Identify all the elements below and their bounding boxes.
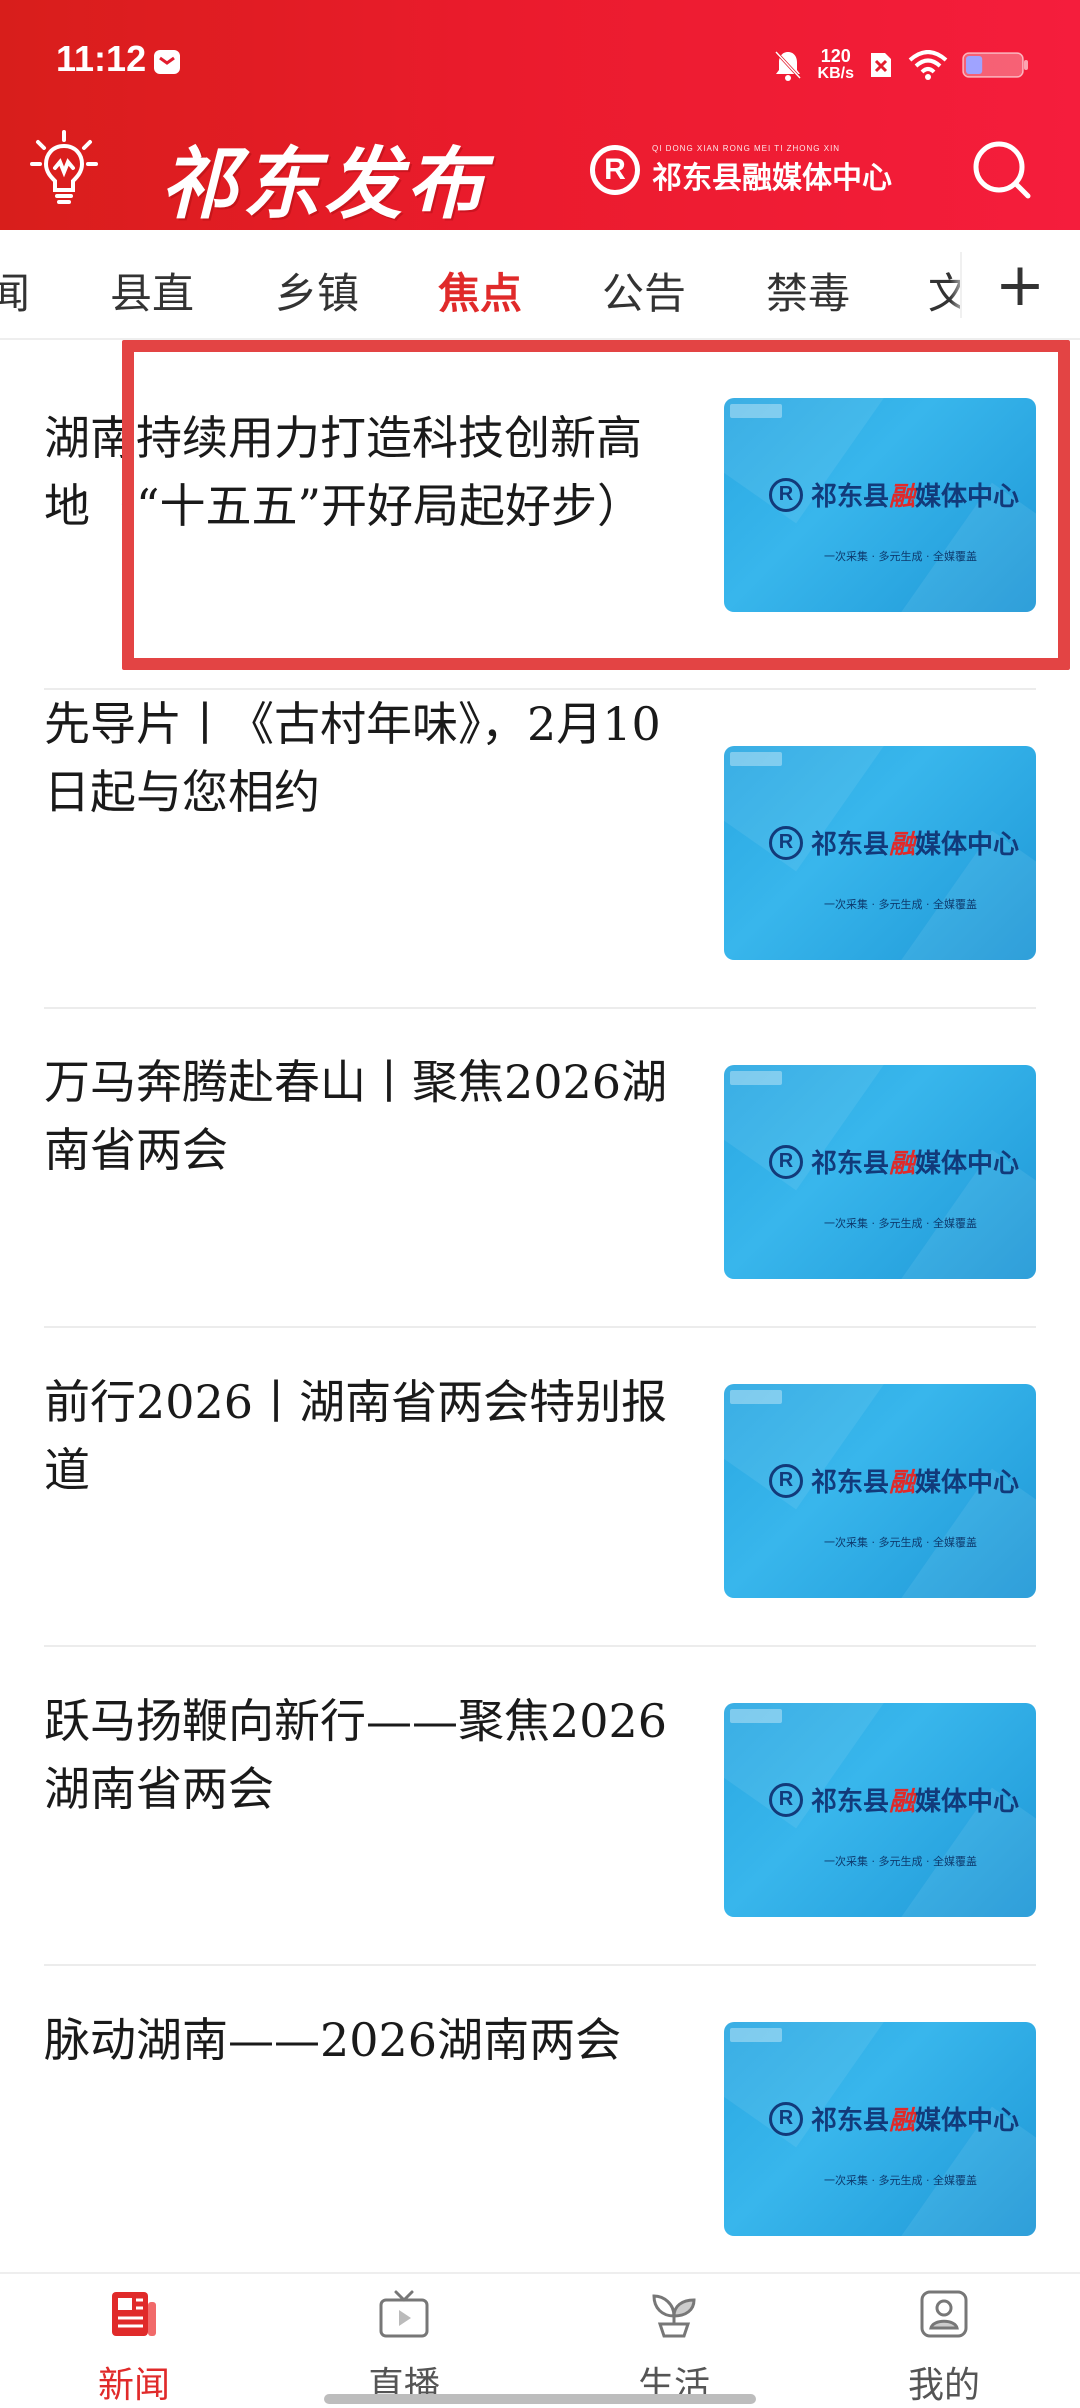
thumb-r-mark: R [769, 1463, 803, 1498]
add-tab-button[interactable]: + [960, 230, 1080, 338]
brand-r-mark: R [590, 145, 640, 195]
news-item[interactable]: 万马奔腾赴春山丨聚焦2026湖南省两会 R 祁东县融媒体中心 一次采集 · 多元… [0, 1009, 1080, 1327]
newspaper-icon [112, 2292, 156, 2336]
home-indicator[interactable] [324, 2394, 756, 2404]
news-item[interactable]: 先导片丨《古村年味》，2月10日起与您相约 R 祁东县融媒体中心 一次采集 · … [0, 690, 1080, 1008]
tv-play-icon [379, 2290, 429, 2338]
net-speed-value: 120 [820, 46, 851, 66]
bottom-nav: 新闻 直播 生活 我的 [0, 2272, 1080, 2408]
thumb-slogan: 一次采集 · 多元生成 · 全媒覆盖 [824, 898, 977, 911]
thumb-r-mark: R [769, 825, 803, 860]
app-title: 祁东发布 [160, 140, 489, 230]
news-title: 万马奔腾赴春山丨聚焦2026湖南省两会 [44, 1055, 668, 1177]
news-thumbnail: R 祁东县融媒体中心 一次采集 · 多元生成 · 全媒覆盖 [724, 2022, 1036, 2236]
news-thumbnail: R 祁东县融媒体中心 一次采集 · 多元生成 · 全媒覆盖 [724, 1703, 1036, 1917]
lightbulb-button[interactable] [30, 130, 98, 210]
app-header: 11:12 120 KB/s 祁东发布 R QI DONG XIAN RONG … [0, 0, 1080, 230]
tab-focus[interactable]: 焦点 [438, 260, 522, 321]
wifi-icon [908, 50, 948, 80]
lightbulb-icon [30, 130, 98, 204]
status-icons: 120 KB/s [772, 40, 1030, 90]
news-title: 跃马扬鞭向新行——聚焦2026湖南省两会 [44, 1694, 668, 1816]
status-bar: 11:12 120 KB/s [0, 0, 1080, 130]
nav-news[interactable]: 新闻 [54, 2288, 214, 2408]
search-icon [973, 141, 1031, 199]
news-item[interactable]: 前行2026丨湖南省两会特别报道 R 祁东县融媒体中心 一次采集 · 多元生成 … [0, 1328, 1080, 1646]
nav-life[interactable]: 生活 [594, 2288, 754, 2408]
highlight-box [122, 340, 1070, 670]
tab-announcement[interactable]: 公告 [602, 260, 686, 321]
thumb-r-mark: R [769, 1782, 803, 1817]
message-notification-icon [154, 50, 180, 74]
tab-anti-drug[interactable]: 禁毒 [766, 260, 850, 321]
net-speed-unit: KB/s [817, 65, 854, 82]
news-thumbnail: R 祁东县融媒体中心 一次采集 · 多元生成 · 全媒覆盖 [724, 1384, 1036, 1598]
tab-towns[interactable]: 乡镇 [275, 260, 359, 321]
search-button[interactable] [970, 138, 1034, 202]
news-item[interactable]: 脉动湖南——2026湖南两会 R 祁东县融媒体中心 一次采集 · 多元生成 · … [0, 1966, 1080, 2284]
news-title: 前行2026丨湖南省两会特别报道 [44, 1375, 668, 1497]
profile-icon [920, 2290, 968, 2338]
net-speed: 120 KB/s [818, 47, 854, 83]
tab-news[interactable]: 闻 [0, 260, 30, 321]
news-thumbnail: R 祁东县融媒体中心 一次采集 · 多元生成 · 全媒覆盖 [724, 746, 1036, 960]
thumb-r-mark: R [769, 2101, 803, 2136]
news-thumbnail: R 祁东县融媒体中心 一次采集 · 多元生成 · 全媒覆盖 [724, 1065, 1036, 1279]
nav-label: 新闻 [97, 2365, 170, 2406]
tab-county[interactable]: 县直 [110, 260, 194, 321]
media-center-logo: R QI DONG XIAN RONG MEI TI ZHONG XIN 祁东县… [590, 140, 892, 200]
nav-live[interactable]: 直播 [324, 2288, 484, 2408]
thumb-slogan: 一次采集 · 多元生成 · 全媒覆盖 [824, 1536, 977, 1549]
thumb-r-mark: R [769, 1144, 803, 1179]
category-tab-bar: 闻 县直 乡镇 焦点 公告 禁毒 文 + [0, 230, 1080, 340]
status-time: 11:12 [56, 38, 147, 79]
news-title: 脉动湖南——2026湖南两会 [44, 2013, 622, 2067]
news-title: 先导片丨《古村年味》，2月10日起与您相约 [44, 697, 661, 819]
thumb-slogan: 一次采集 · 多元生成 · 全媒覆盖 [824, 1217, 977, 1230]
nav-label: 我的 [907, 2365, 980, 2406]
thumb-slogan: 一次采集 · 多元生成 · 全媒覆盖 [824, 1855, 977, 1868]
mute-bell-icon [774, 50, 801, 81]
thumb-slogan: 一次采集 · 多元生成 · 全媒覆盖 [824, 2174, 977, 2187]
brand-pinyin: QI DONG XIAN RONG MEI TI ZHONG XIN [652, 143, 841, 153]
plant-icon [652, 2294, 696, 2338]
brand-name: 祁东县融媒体中心 [652, 160, 892, 196]
nav-profile[interactable]: 我的 [864, 2288, 1024, 2408]
battery-icon [962, 52, 1028, 78]
news-item[interactable]: 跃马扬鞭向新行——聚焦2026湖南省两会 R 祁东县融媒体中心 一次采集 · 多… [0, 1647, 1080, 1965]
no-sim-icon [871, 53, 891, 77]
